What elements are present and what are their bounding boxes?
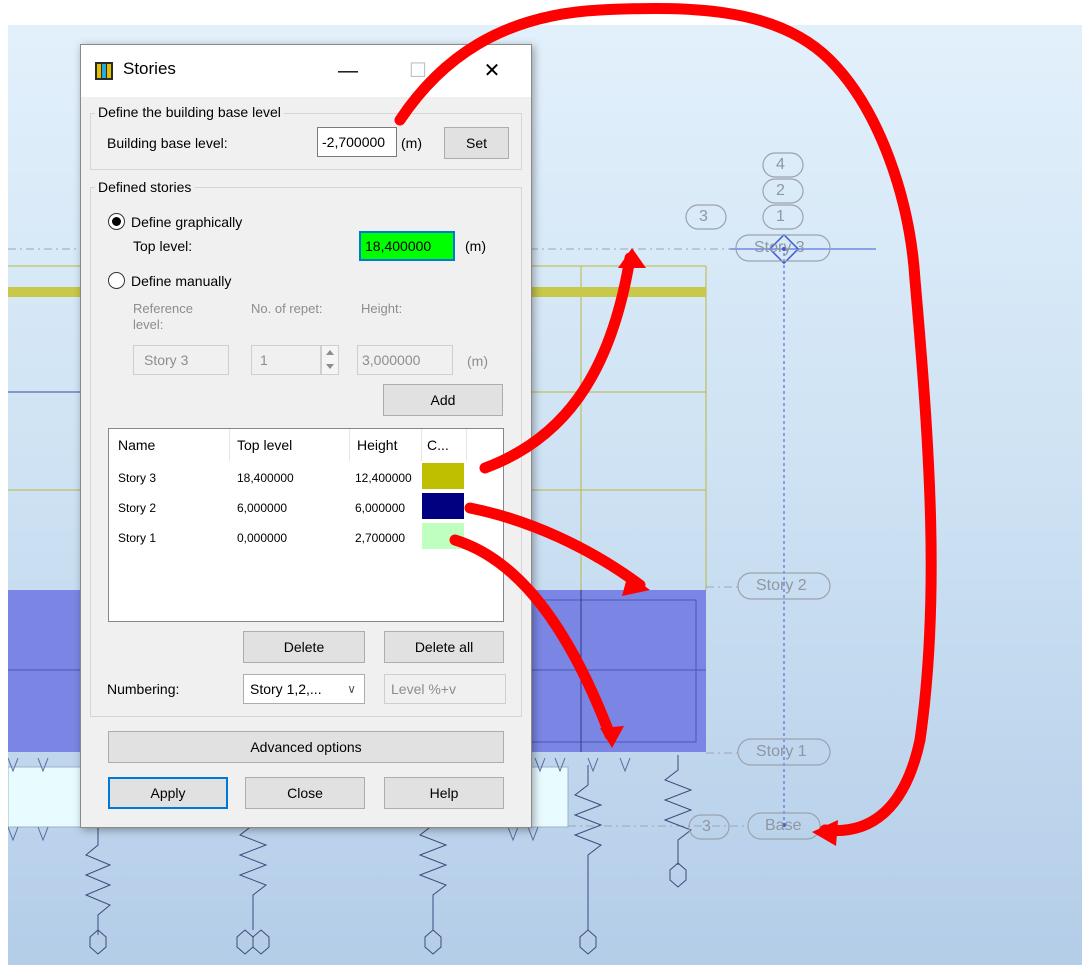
row-height: 6,000000 [355, 501, 406, 515]
top-level-input[interactable]: 18,400000 [359, 231, 455, 261]
stories-app-icon [95, 62, 113, 80]
set-button[interactable]: Set [444, 127, 509, 159]
story-2-level-label: Story 2 [756, 577, 807, 594]
story-1-level-label: Story 1 [756, 743, 807, 760]
repetitions-header: No. of repet: [251, 301, 323, 316]
list-header-color[interactable]: C... [427, 437, 449, 453]
numbering-label: Numbering: [107, 681, 180, 697]
row-top-level: 6,000000 [237, 501, 288, 515]
title-bar[interactable]: Stories — ☐ ✕ [81, 45, 531, 97]
apply-button[interactable]: Apply [108, 777, 228, 809]
top-level-unit: (m) [465, 238, 486, 254]
table-row[interactable]: Story 2 6,000000 6,000000 [109, 491, 503, 521]
close-window-button[interactable]: ✕ [469, 53, 515, 89]
delete-all-button[interactable]: Delete all [384, 631, 504, 663]
building-base-level-label: Building base level: [107, 135, 228, 151]
story-color-swatch[interactable] [422, 523, 464, 549]
row-height: 12,400000 [355, 471, 412, 485]
row-top-level: 18,400000 [237, 471, 294, 485]
row-name: Story 1 [118, 531, 157, 545]
list-header-height[interactable]: Height [357, 437, 397, 453]
close-button[interactable]: Close [245, 777, 365, 809]
minimize-button[interactable]: — [325, 53, 371, 89]
spin-up-icon[interactable] [326, 350, 334, 355]
row-name: Story 3 [118, 471, 157, 485]
list-header-top-level[interactable]: Top level [237, 437, 292, 453]
dialog-title: Stories [123, 59, 176, 78]
story-color-swatch[interactable] [422, 463, 464, 489]
reference-level-header: Reference level: [133, 301, 193, 332]
building-base-level-input[interactable]: -2,700000 [317, 127, 397, 157]
base-level-group-title: Define the building base level [95, 104, 284, 120]
list-header-name[interactable]: Name [118, 437, 155, 453]
row-height: 2,700000 [355, 531, 406, 545]
repetitions-input[interactable]: 1 [251, 345, 321, 375]
axis-label-2: 2 [776, 182, 785, 199]
define-graphically-label: Define graphically [131, 214, 243, 230]
delete-button[interactable]: Delete [243, 631, 365, 663]
chevron-down-icon: ∨ [347, 682, 356, 696]
axis-label-3-bottom: 3 [702, 818, 711, 835]
row-name: Story 2 [118, 501, 157, 515]
story-3-level-label: Story 3 [754, 239, 805, 256]
help-button[interactable]: Help [384, 777, 504, 809]
numbering-select-value: Story 1,2,... [250, 681, 322, 697]
base-level-label: Base [765, 817, 802, 834]
level-pattern-input[interactable]: Level %+v [384, 674, 506, 704]
spin-down-icon[interactable] [326, 364, 334, 369]
stories-list[interactable]: Name Top level Height C... Story 3 18,40… [108, 428, 504, 622]
defined-stories-group-title: Defined stories [95, 179, 195, 195]
table-row[interactable]: Story 3 18,400000 12,400000 [109, 461, 503, 491]
table-row[interactable]: Story 1 0,000000 2,700000 [109, 521, 503, 551]
maximize-button[interactable]: ☐ [395, 53, 441, 89]
axis-label-1: 1 [776, 208, 785, 225]
define-graphically-radio[interactable] [108, 213, 125, 230]
base-level-unit: (m) [401, 135, 422, 151]
define-manually-radio[interactable] [108, 272, 125, 289]
height-input[interactable]: 3,000000 [357, 345, 453, 375]
repetitions-spinner[interactable] [321, 345, 339, 375]
axis-label-3: 3 [699, 208, 708, 225]
add-button[interactable]: Add [383, 384, 503, 416]
row-top-level: 0,000000 [237, 531, 288, 545]
stories-dialog: Stories — ☐ ✕ Define the building base l… [80, 44, 532, 828]
reference-level-input[interactable]: Story 3 [133, 345, 229, 375]
axis-label-4: 4 [776, 156, 785, 173]
numbering-select[interactable]: Story 1,2,... ∨ [243, 674, 365, 704]
define-manually-label: Define manually [131, 273, 232, 289]
story-color-swatch[interactable] [422, 493, 464, 519]
top-level-label: Top level: [133, 238, 193, 254]
height-unit: (m) [467, 353, 488, 369]
advanced-options-button[interactable]: Advanced options [108, 731, 504, 763]
height-header: Height: [361, 301, 403, 316]
